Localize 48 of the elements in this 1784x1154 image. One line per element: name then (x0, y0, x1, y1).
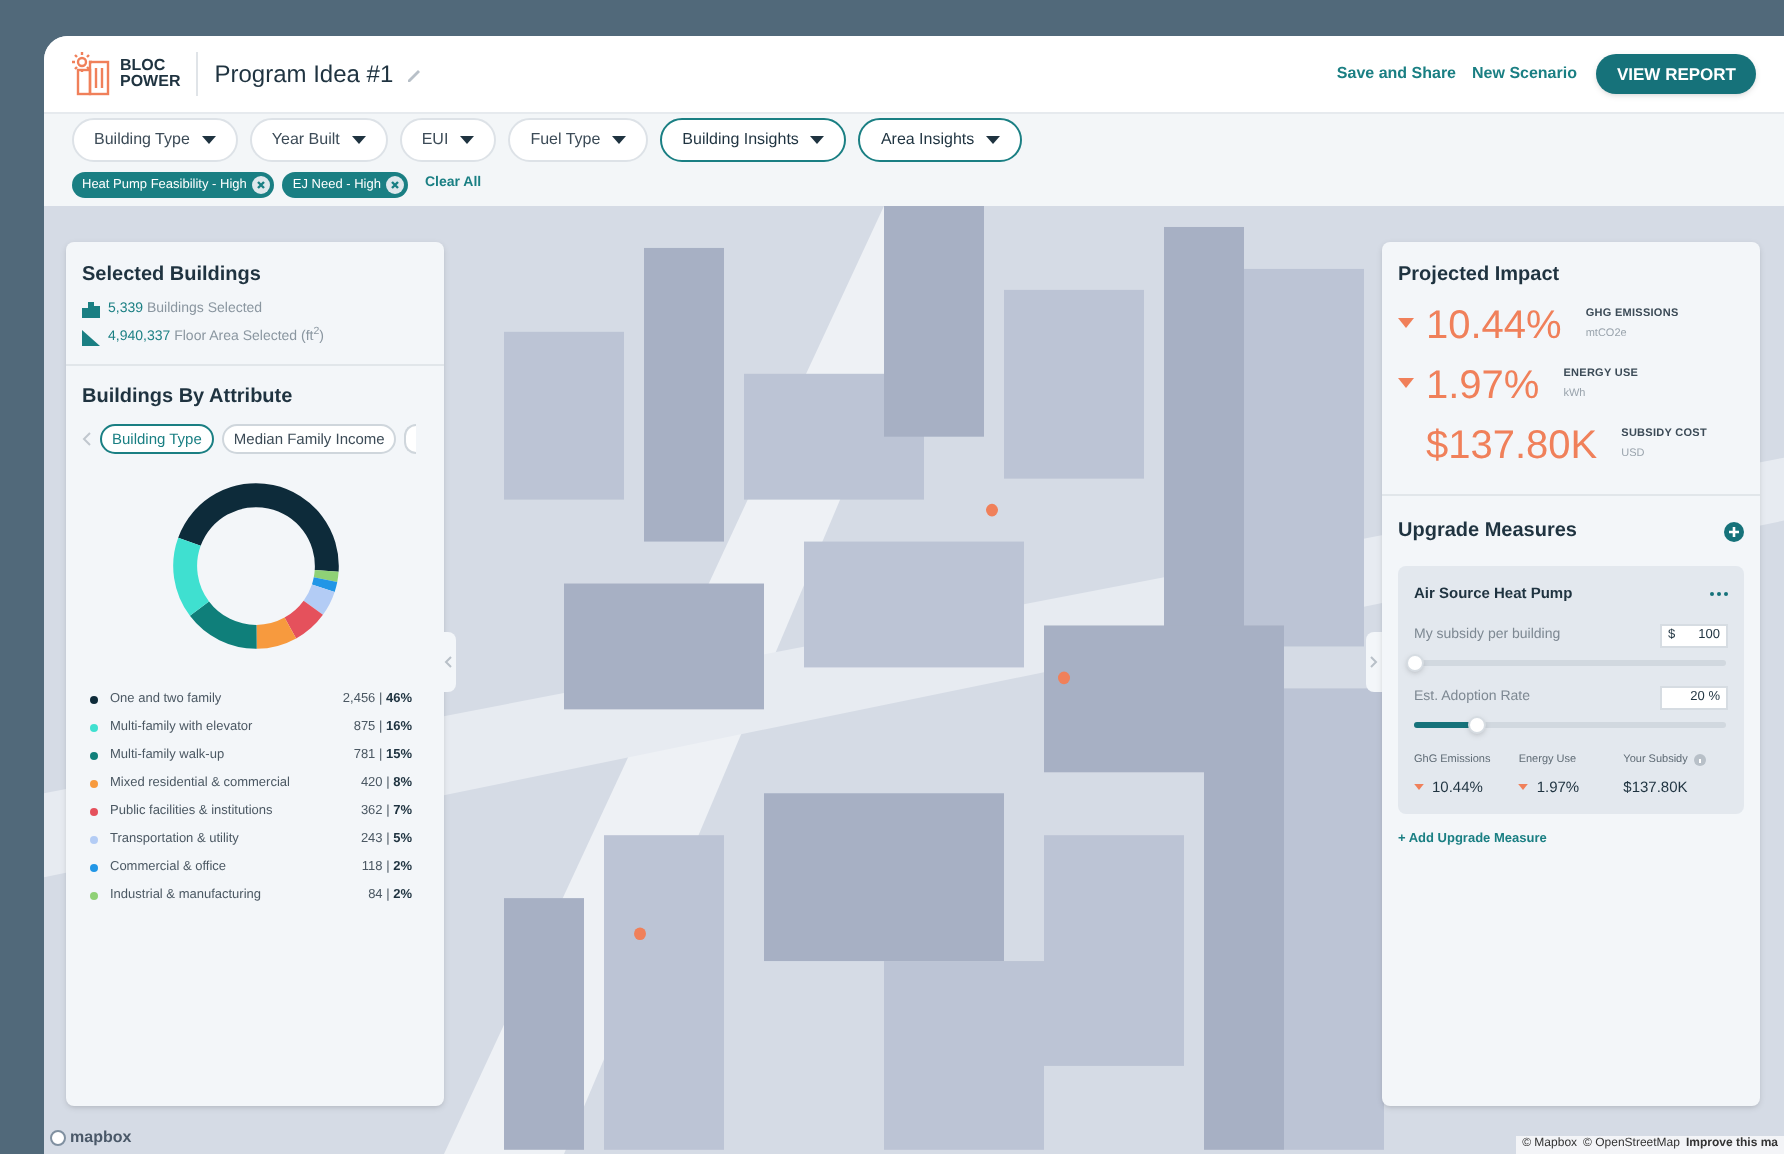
collapse-handle[interactable] (440, 632, 456, 692)
slider[interactable] (1414, 716, 1726, 735)
caret-icon (810, 136, 825, 144)
map-logo-text: mapbox (70, 1126, 132, 1150)
slider-thumb[interactable] (1468, 716, 1487, 735)
more-icon[interactable] (1710, 591, 1728, 596)
map-logo-icon (50, 1130, 66, 1146)
donut-slice (283, 600, 322, 639)
close-icon[interactable] (252, 176, 271, 194)
info-icon[interactable] (1693, 754, 1706, 767)
filter-dropdown[interactable]: Year Built (249, 118, 388, 162)
caret-icon (351, 136, 366, 144)
panel-title: Selected Buildings (82, 262, 263, 290)
filter-dropdown[interactable]: Fuel Type (508, 118, 649, 162)
caret-icon (612, 136, 627, 144)
metric-value: 1.97% (1426, 362, 1540, 410)
tab-pill[interactable] (404, 424, 417, 454)
buildings-icon (82, 302, 100, 319)
filter-dropdown[interactable]: Building Insights (660, 118, 847, 162)
collapse-handle[interactable] (1366, 632, 1382, 692)
metric-value: 10.44% (1426, 302, 1562, 350)
header-link[interactable]: New Scenario (1472, 62, 1577, 86)
down-triangle-icon (1414, 783, 1424, 790)
logo-text: BLOC (120, 58, 168, 74)
chevron-left-icon[interactable] (82, 432, 92, 446)
down-triangle-icon (1398, 318, 1414, 328)
ruler-triangle-icon (82, 329, 100, 346)
panel-title: Projected Impact (1398, 262, 1562, 290)
filter-dropdown[interactable]: EUI (399, 118, 497, 162)
down-triangle-icon (1398, 378, 1414, 388)
panel-title: Upgrade Measures (1398, 518, 1577, 546)
add-icon[interactable] (1724, 521, 1744, 541)
logo-text: POWER (120, 74, 181, 90)
caret-icon (986, 136, 1001, 144)
view-report-button[interactable]: VIEW REPORT (1596, 54, 1756, 94)
metric-value: $137.80K (1426, 422, 1598, 470)
logo-icon (72, 52, 112, 96)
program-title: Program Idea #1 (214, 58, 394, 92)
pencil-icon[interactable] (405, 66, 422, 82)
filter-dropdown[interactable]: Area Insights (858, 118, 1023, 162)
close-icon[interactable] (386, 176, 405, 194)
down-triangle-icon (1518, 783, 1529, 790)
header-link[interactable]: Save and Share (1336, 62, 1457, 86)
caret-icon (460, 136, 475, 144)
panel-title: Buildings By Attribute (82, 384, 295, 412)
caret-icon (201, 136, 216, 144)
slider-thumb[interactable] (1406, 654, 1424, 673)
filter-dropdown[interactable]: Building Type (72, 118, 238, 162)
